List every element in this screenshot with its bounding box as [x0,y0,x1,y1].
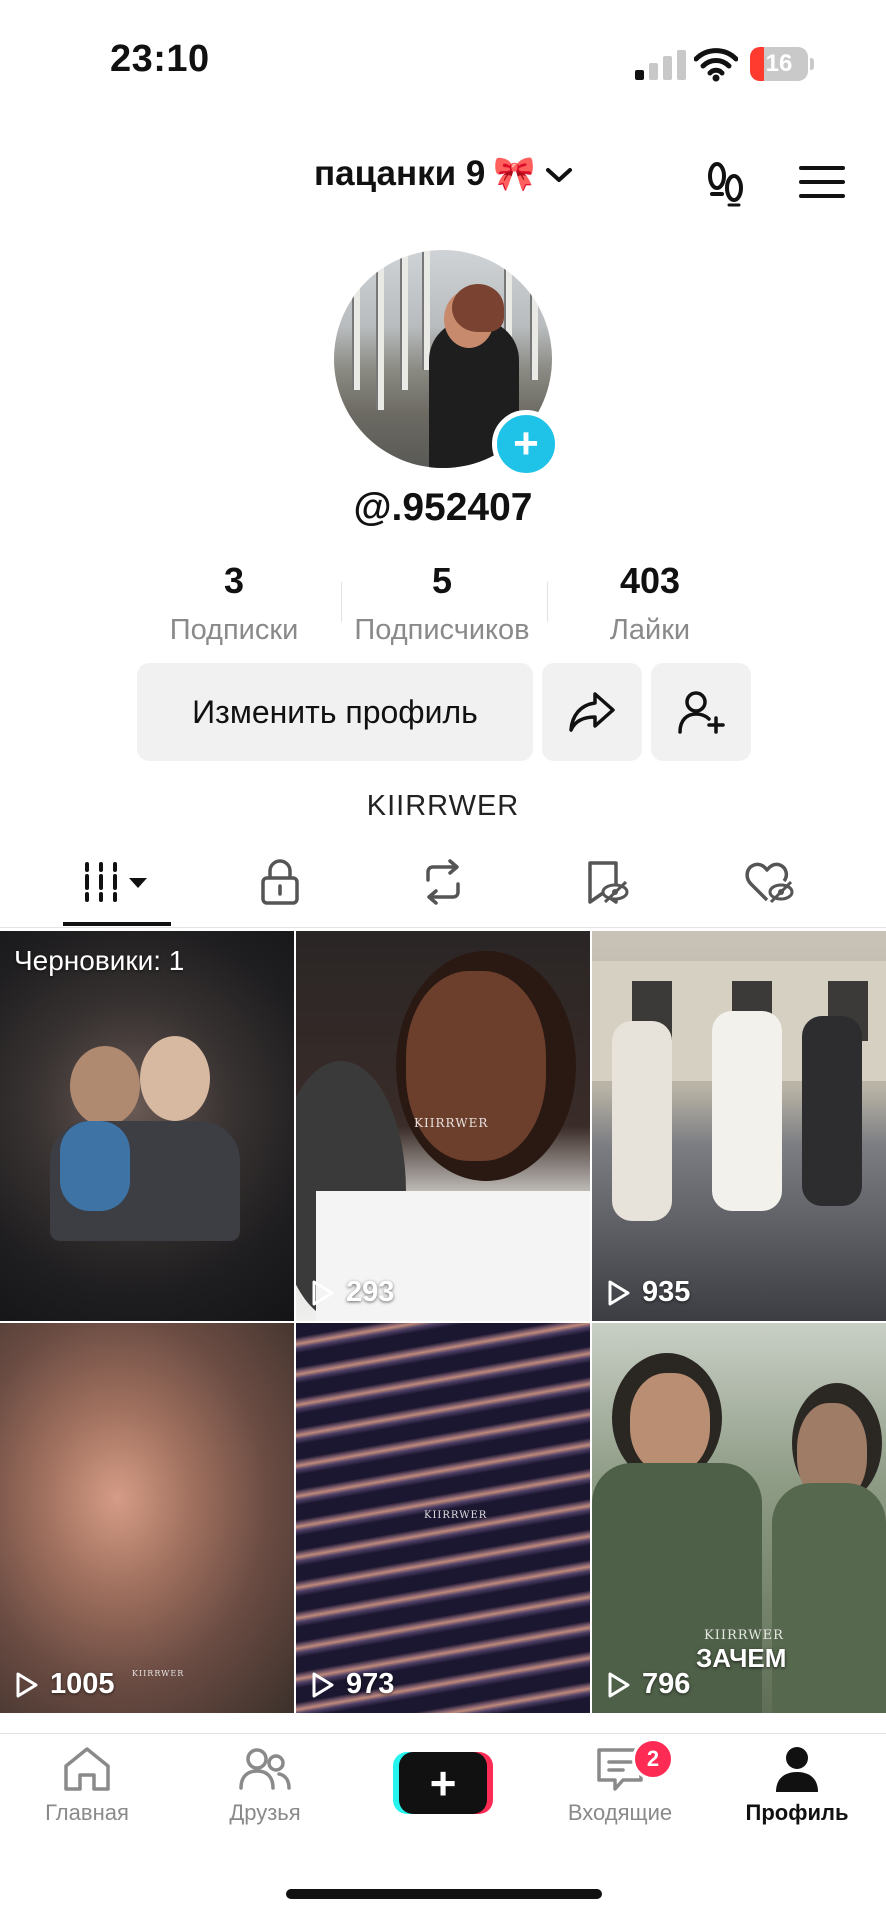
repost-icon [426,859,460,905]
draft-tile[interactable]: Черновики: 1 [0,931,294,1321]
following-label: Подписки [169,614,299,646]
nav-profile-label: Профиль [745,1800,849,1825]
watermark: KIIRRWER [414,1116,489,1130]
tab-private[interactable] [220,852,340,912]
inbox-badge: 2 [632,1738,674,1780]
likes-label: Лайки [609,614,691,646]
edit-profile-button[interactable]: Изменить профиль [137,663,533,761]
view-count-value: 973 [346,1668,395,1700]
watermark: KIIRRWER [424,1510,488,1521]
share-profile-button[interactable] [542,663,642,761]
share-icon [569,692,615,732]
nav-inbox-label: Входящие [567,1800,673,1825]
battery-tip [810,58,814,70]
create-button[interactable]: + [393,1752,493,1814]
menu-icon[interactable] [798,160,846,204]
tab-reposts[interactable] [383,852,503,912]
view-count-value: 935 [642,1276,691,1308]
view-count: 1005 [14,1668,115,1701]
account-switcher[interactable]: пацанки 9 🎀 [314,154,574,194]
wifi-icon [693,48,739,87]
username: @.952407 [353,486,533,529]
tab-saved[interactable] [546,852,666,912]
following-count: 3 [223,560,245,601]
view-count: 293 [310,1276,394,1309]
video-tile[interactable]: KIIRRWER 1005 [0,1323,294,1713]
videos-grid-icon [85,862,147,902]
add-user-icon [678,691,725,734]
view-count: 796 [606,1668,690,1701]
video-tile[interactable]: KIIRRWER 293 [296,931,590,1321]
play-icon [608,1280,630,1305]
lock-icon [261,859,299,905]
footprints-icon[interactable] [700,158,752,210]
video-tile[interactable]: KIIRRWER 973 [296,1323,590,1713]
followers-label: Подписчиков [354,614,530,646]
battery-level: 16 [765,50,793,77]
view-count: 973 [310,1668,394,1701]
battery-icon: 16 [750,47,808,81]
followers-count: 5 [431,560,453,601]
tab-liked[interactable] [709,852,829,912]
likes-count: 403 [619,560,681,601]
bow-emoji: 🎀 [493,155,536,193]
account-name: пацанки 9 [314,154,486,193]
status-time: 23:10 [110,38,210,80]
profile-bio: KIIRRWER [366,790,520,822]
tabs-divider [0,927,886,928]
nav-friends-label: Друзья [229,1800,301,1825]
home-icon [64,1747,110,1791]
chevron-down-icon [544,154,574,194]
cellular-signal-icon [635,50,687,80]
video-tile[interactable]: KIIRRWER ЗАЧЕМ 796 [592,1323,886,1713]
stat-divider [547,582,548,622]
add-friend-button[interactable] [651,663,751,761]
view-count: 935 [606,1276,690,1309]
profile-icon [776,1747,818,1792]
play-icon [608,1672,630,1697]
view-count-value: 293 [346,1276,395,1308]
stat-following[interactable]: 3 Подписки [134,560,334,647]
tab-videos[interactable] [57,852,177,912]
nav-inbox[interactable]: Входящие [535,1744,705,1826]
active-tab-indicator [63,922,171,926]
nav-home[interactable]: Главная [2,1744,172,1826]
saved-icon [588,861,629,904]
plus-icon: + [399,1752,487,1814]
bottom-nav-divider [0,1733,886,1734]
video-tile[interactable]: 935 [592,931,886,1321]
stat-followers[interactable]: 5 Подписчиков [342,560,542,647]
stat-likes[interactable]: 403 Лайки [550,560,750,647]
friends-icon [239,1748,291,1790]
add-avatar-button[interactable]: + [492,410,560,478]
liked-icon [745,862,794,904]
view-count-value: 1005 [50,1668,115,1700]
nav-home-label: Главная [45,1800,129,1825]
drafts-label: Черновики: 1 [14,945,185,976]
view-count-value: 796 [642,1668,691,1700]
play-icon [16,1672,38,1697]
play-icon [312,1672,334,1697]
watermark: KIIRRWER [704,1628,784,1643]
nav-friends[interactable]: Друзья [180,1744,350,1826]
overlay-caption: ЗАЧЕМ [696,1643,787,1673]
nav-profile[interactable]: Профиль [712,1744,882,1826]
home-indicator [286,1889,602,1899]
watermark: KIIRRWER [132,1669,185,1678]
play-icon [312,1280,334,1305]
